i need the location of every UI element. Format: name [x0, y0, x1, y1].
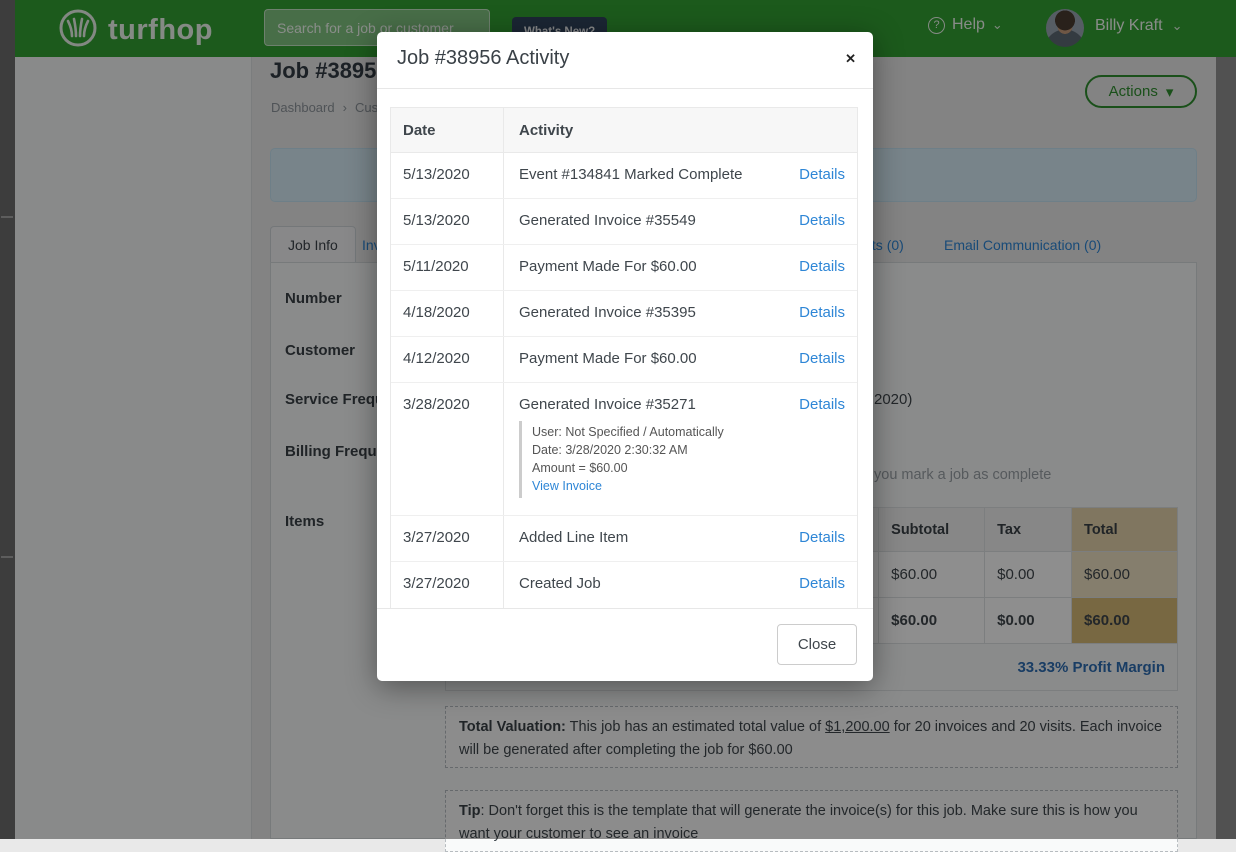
activity-row: 4/18/2020 Generated Invoice #35395 Detai… [391, 291, 857, 337]
detail-date: Date: 3/28/2020 2:30:32 AM [532, 441, 779, 459]
activity-row: 3/27/2020 Created Job Details [391, 562, 857, 608]
view-invoice-link[interactable]: View Invoice [532, 479, 602, 493]
details-link[interactable]: Details [799, 350, 845, 367]
activity-table: Date Activity 5/13/2020 Event #134841 Ma… [390, 107, 858, 609]
activity-details-block: User: Not Specified / Automatically Date… [519, 421, 779, 498]
activity-row: 4/12/2020 Payment Made For $60.00 Detail… [391, 337, 857, 383]
detail-amount: Amount = $60.00 [532, 459, 779, 477]
activity-row: 3/27/2020 Added Line Item Details [391, 516, 857, 562]
details-link[interactable]: Details [799, 575, 845, 592]
job-activity-modal: Job #38956 Activity ✕ Date Activity 5/13… [377, 32, 873, 681]
close-icon[interactable]: ✕ [845, 52, 856, 65]
modal-footer: Close [377, 608, 873, 681]
details-link[interactable]: Details [799, 396, 845, 413]
close-button[interactable]: Close [777, 624, 857, 665]
details-link[interactable]: Details [799, 304, 845, 321]
col-header-activity: Activity [504, 122, 779, 139]
activity-row: 5/13/2020 Event #134841 Marked Complete … [391, 153, 857, 199]
activity-table-header: Date Activity [391, 108, 857, 153]
col-header-date: Date [391, 108, 504, 152]
details-link[interactable]: Details [799, 529, 845, 546]
activity-row: 5/13/2020 Generated Invoice #35549 Detai… [391, 199, 857, 245]
details-link[interactable]: Details [799, 212, 845, 229]
modal-title: Job #38956 Activity [397, 47, 569, 70]
details-link[interactable]: Details [799, 258, 845, 275]
modal-header: Job #38956 Activity ✕ [377, 32, 873, 89]
activity-row-expanded: 3/28/2020 Generated Invoice #35271 User:… [391, 383, 857, 516]
details-link[interactable]: Details [799, 166, 845, 183]
detail-user: User: Not Specified / Automatically [532, 423, 779, 441]
activity-row: 5/11/2020 Payment Made For $60.00 Detail… [391, 245, 857, 291]
